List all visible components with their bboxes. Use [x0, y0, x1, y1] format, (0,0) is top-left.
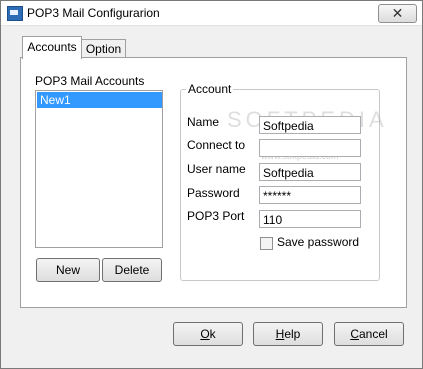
- connect-to-field[interactable]: [259, 139, 361, 157]
- list-item[interactable]: New1: [37, 92, 162, 108]
- name-label: Name: [187, 115, 220, 129]
- password-field[interactable]: ******: [259, 186, 361, 204]
- tab-accounts[interactable]: Accounts: [22, 36, 82, 59]
- new-account-button[interactable]: New: [36, 258, 100, 282]
- name-field[interactable]: Softpedia: [259, 116, 361, 134]
- help-button[interactable]: Help: [253, 322, 323, 346]
- accounts-list-label: POP3 Mail Accounts: [35, 74, 145, 88]
- close-button[interactable]: ✕: [378, 4, 417, 23]
- window-title: POP3 Mail Configurarion: [27, 6, 160, 20]
- cancel-label-rest: ancel: [358, 327, 388, 341]
- password-label: Password: [187, 186, 240, 200]
- dialog-window: POP3 Mail Configurarion ✕ Option Account…: [0, 0, 423, 369]
- save-password-checkbox[interactable]: [260, 237, 273, 250]
- user-name-label: User name: [187, 162, 246, 176]
- tab-option[interactable]: Option: [81, 39, 126, 58]
- ok-label-rest: k: [209, 327, 216, 341]
- delete-account-button[interactable]: Delete: [102, 258, 162, 282]
- connect-to-label: Connect to: [187, 138, 246, 152]
- cancel-mnemonic: C: [350, 327, 359, 341]
- help-label-rest: elp: [284, 327, 301, 341]
- pop3-port-label: POP3 Port: [187, 209, 245, 223]
- pop3-port-field[interactable]: 110: [259, 210, 361, 228]
- ok-mnemonic: O: [200, 327, 210, 341]
- app-icon: [7, 6, 23, 21]
- account-group-legend: Account: [186, 82, 234, 96]
- cancel-button[interactable]: Cancel: [334, 322, 404, 346]
- ok-button[interactable]: Ok: [173, 322, 243, 346]
- user-name-field[interactable]: Softpedia: [259, 163, 361, 181]
- save-password-label[interactable]: Save password: [277, 235, 359, 249]
- title-bar[interactable]: POP3 Mail Configurarion ✕: [1, 1, 422, 26]
- accounts-listbox[interactable]: New1: [35, 90, 163, 248]
